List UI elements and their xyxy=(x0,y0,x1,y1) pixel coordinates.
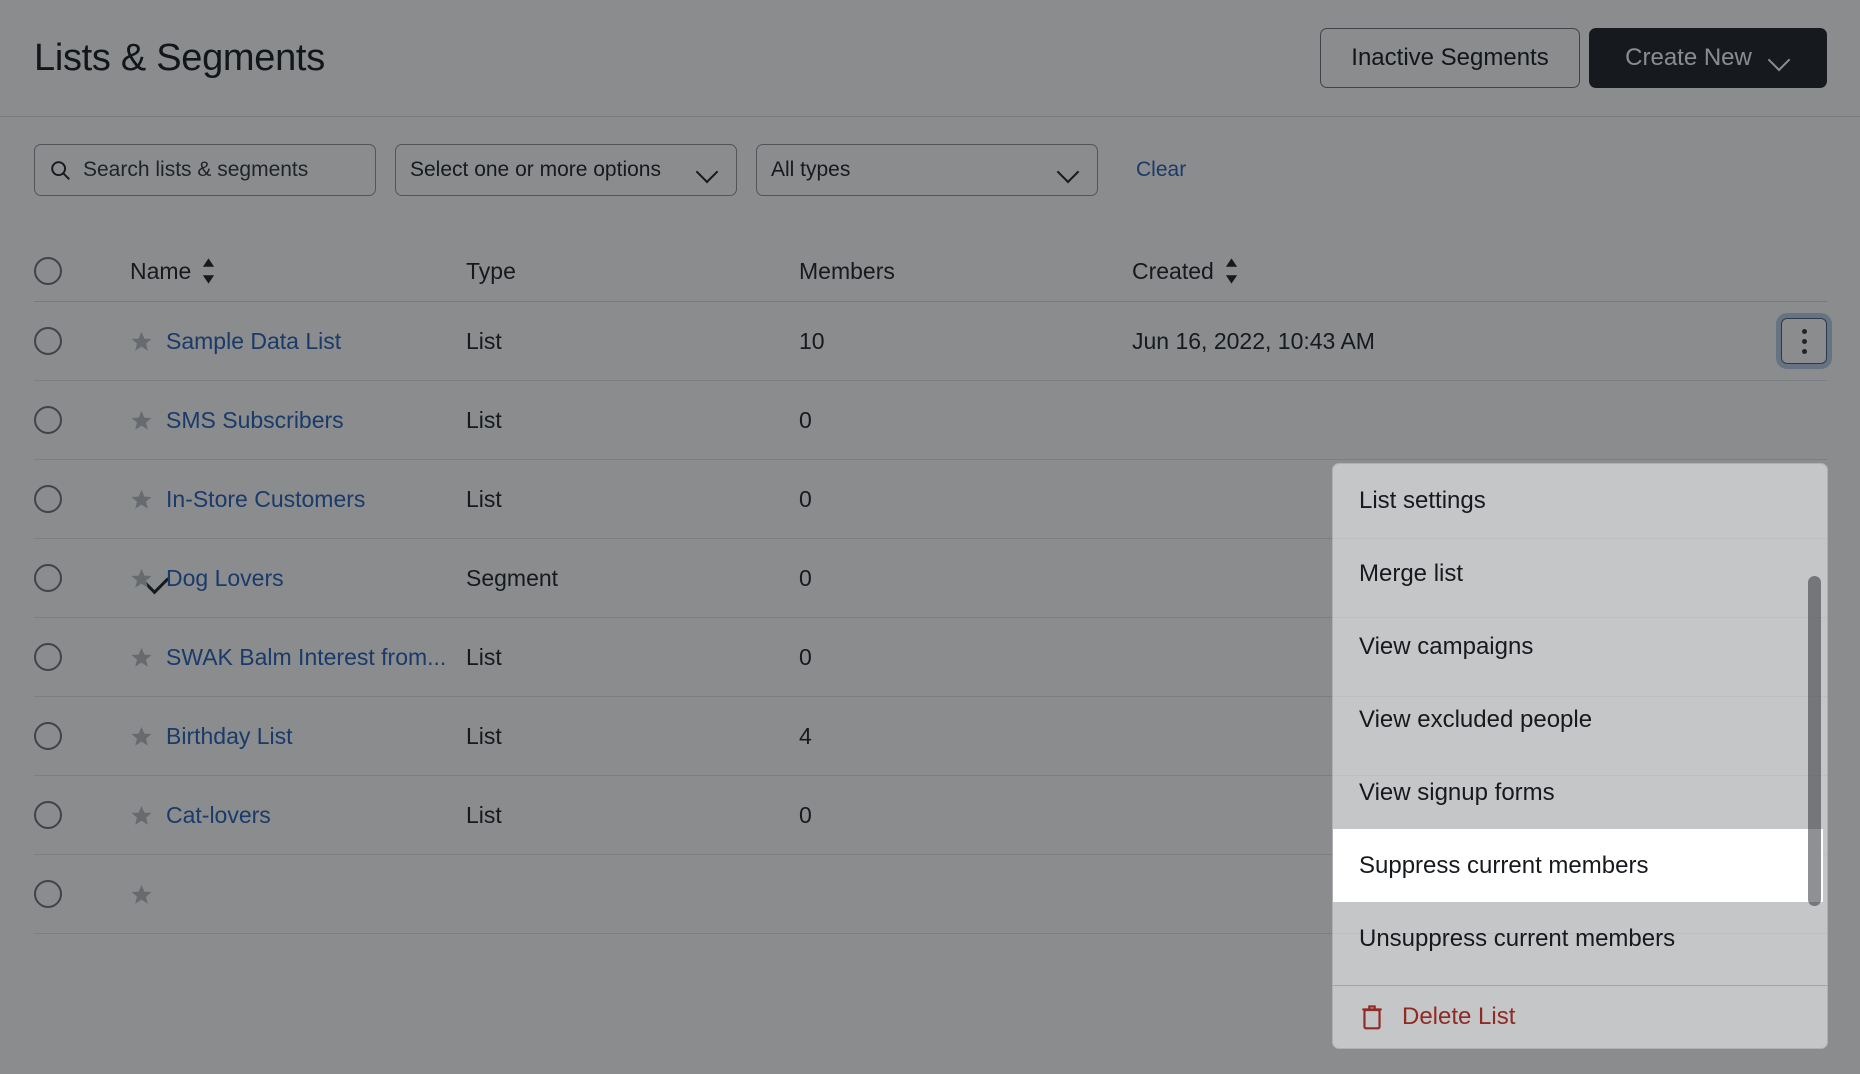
menu-item-label: View signup forms xyxy=(1359,779,1555,807)
menu-item-suppress-current-members[interactable]: Suppress current members xyxy=(1333,829,1823,902)
row-actions-menu-scroll-area: List settings Merge list View campaigns … xyxy=(1333,464,1827,985)
menu-item-delete-list[interactable]: Delete List xyxy=(1333,985,1827,1048)
menu-item-label: View campaigns xyxy=(1359,633,1533,661)
menu-item-merge-list[interactable]: Merge list xyxy=(1333,537,1827,610)
menu-item-label: Merge list xyxy=(1359,560,1463,588)
menu-item-view-campaigns[interactable]: View campaigns xyxy=(1333,610,1827,683)
menu-item-label: List settings xyxy=(1359,487,1486,515)
menu-item-unsuppress-current-members[interactable]: Unsuppress current members xyxy=(1333,902,1827,975)
vertical-scrollbar[interactable] xyxy=(1808,464,1821,987)
menu-item-label: Unsuppress current members xyxy=(1359,925,1675,953)
row-actions-menu: List settings Merge list View campaigns … xyxy=(1332,463,1828,1049)
menu-item-list-settings[interactable]: List settings xyxy=(1333,464,1827,537)
menu-item-view-excluded-people[interactable]: View excluded people xyxy=(1333,683,1827,756)
menu-item-label: View excluded people xyxy=(1359,706,1592,734)
delete-list-label: Delete List xyxy=(1402,1003,1515,1031)
scrollbar-thumb[interactable] xyxy=(1808,576,1821,906)
menu-item-view-signup-forms[interactable]: View signup forms xyxy=(1333,756,1827,829)
trash-icon xyxy=(1359,1003,1385,1031)
menu-item-label: Suppress current members xyxy=(1359,852,1648,880)
